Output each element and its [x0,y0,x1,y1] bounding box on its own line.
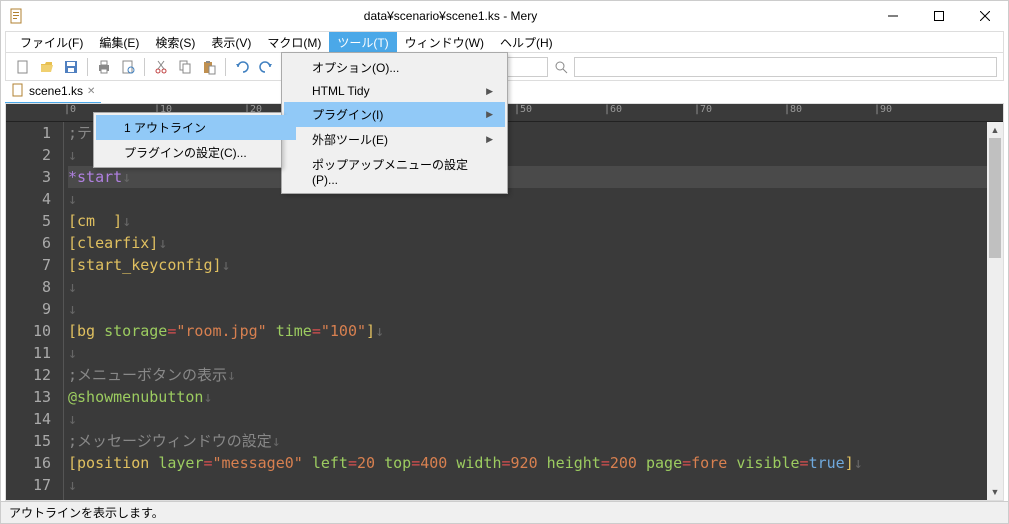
menu-tools[interactable]: ツール(T) [329,32,396,53]
plugins-submenu-dropdown: 1 アウトラインプラグインの設定(C)... [93,112,282,168]
code-line[interactable]: ;メッセージウィンドウの設定↓ [68,430,999,452]
tools-item[interactable]: オプション(O)... [284,55,505,80]
tab-close-icon[interactable]: ✕ [87,86,95,97]
toolbar-separator [87,58,88,76]
line-number: 14 [6,408,51,430]
code-line[interactable]: [bg storage="room.jpg" time="100"]↓ [68,320,999,342]
save-button[interactable] [60,56,82,78]
cut-button[interactable] [150,56,172,78]
ruler-mark: |70 [694,104,784,115]
close-button[interactable] [962,1,1008,31]
code-line[interactable]: @showmenubutton↓ [68,386,999,408]
line-number: 16 [6,452,51,474]
line-number: 8 [6,276,51,298]
code-line[interactable]: [clearfix]↓ [68,232,999,254]
code-line[interactable]: ↓ [68,188,999,210]
menu-view[interactable]: 表示(V) [203,32,259,53]
line-number: 13 [6,386,51,408]
ruler-mark: |90 [874,104,964,115]
menubar: ファイル(F)編集(E)検索(S)表示(V)マクロ(M)ツール(T)ウィンドウ(… [5,31,1004,53]
tools-menu-dropdown: オプション(O)... HTML Tidy ▶ プラグイン(I) ▶ 外部ツール(E) ▶ ポ… [281,52,508,194]
menu-item-label: 外部ツール(E) [312,131,388,148]
paste-button[interactable] [198,56,220,78]
submenu-arrow-icon: ▶ [486,86,493,97]
code-line[interactable]: ↓ [68,298,999,320]
line-number: 10 [6,320,51,342]
tools-item[interactable]: ポップアップメニューの設定(P)... [284,152,505,191]
menu-search[interactable]: 検索(S) [147,32,203,53]
statusbar: アウトラインを表示します。 [1,501,1008,523]
search-icon[interactable] [554,57,568,77]
menu-item-label: ポップアップメニューの設定(P)... [312,156,493,187]
line-number: 1 [6,122,51,144]
ruler-mark: |80 [784,104,874,115]
minimize-button[interactable] [870,1,916,31]
tab-file-icon [11,83,25,100]
copy-button[interactable] [174,56,196,78]
code-line[interactable]: ↓ [68,276,999,298]
maximize-button[interactable] [916,1,962,31]
print-button[interactable] [93,56,115,78]
line-number: 11 [6,342,51,364]
vertical-scrollbar[interactable]: ▲ ▼ [987,122,1003,500]
print-preview-button[interactable] [117,56,139,78]
line-number: 2 [6,144,51,166]
new-file-button[interactable] [12,56,34,78]
titlebar: data¥scenario¥scene1.ks - Mery [1,1,1008,31]
code-line[interactable]: ↓ [68,342,999,364]
submenu-arrow-icon: ▶ [486,109,493,120]
menu-edit[interactable]: 編集(E) [91,32,147,53]
tools-item[interactable]: プラグイン(I) ▶ [284,102,505,127]
menu-macro[interactable]: マクロ(M) [259,32,329,53]
tab-label: scene1.ks [29,84,83,98]
line-number: 15 [6,430,51,452]
open-file-button[interactable] [36,56,58,78]
code-line[interactable]: *start↓ [68,166,999,188]
code-line[interactable]: ;メニューボタンの表示↓ [68,364,999,386]
menu-item-label: HTML Tidy [312,84,370,98]
toolbar-separator [144,58,145,76]
tab-scene1[interactable]: scene1.ks ✕ [5,81,101,104]
code-line[interactable]: ↓ [68,408,999,430]
window-title: data¥scenario¥scene1.ks - Mery [31,9,870,23]
menu-item-label: プラグイン(I) [312,106,383,123]
menu-window[interactable]: ウィンドウ(W) [397,32,492,53]
code-content[interactable]: ;テ↓*start↓↓[cm ]↓[clearfix]↓[start_keyco… [64,122,1003,500]
app-icon [9,8,25,24]
plugin-item[interactable]: プラグインの設定(C)... [96,140,296,165]
line-number: 5 [6,210,51,232]
line-number: 12 [6,364,51,386]
replace-input[interactable] [574,57,997,77]
status-text: アウトラインを表示します。 [9,504,164,521]
tools-item[interactable]: 外部ツール(E) ▶ [284,127,505,152]
submenu-arrow-icon: ▶ [486,134,493,145]
menu-help[interactable]: ヘルプ(H) [492,32,561,53]
line-number: 17 [6,474,51,496]
scroll-down-icon[interactable]: ▼ [987,484,1003,500]
line-number: 6 [6,232,51,254]
scrollbar-thumb[interactable] [989,138,1001,258]
ruler-mark: |60 [604,104,694,115]
menu-item-label: オプション(O)... [312,59,399,76]
undo-button[interactable] [231,56,253,78]
line-number: 3 [6,166,51,188]
ruler-mark: |50 [514,104,604,115]
tools-item[interactable]: HTML Tidy ▶ [284,80,505,102]
line-gutter: 1234567891011121314151617 [6,122,64,500]
code-line[interactable]: [start_keyconfig]↓ [68,254,999,276]
code-line[interactable]: [position layer="message0" left=20 top=4… [68,452,999,474]
redo-button[interactable] [255,56,277,78]
scroll-up-icon[interactable]: ▲ [987,122,1003,138]
plugin-item[interactable]: 1 アウトライン [96,115,296,140]
line-number: 7 [6,254,51,276]
line-number: 4 [6,188,51,210]
toolbar-separator [225,58,226,76]
code-line[interactable]: ↓ [68,474,999,496]
line-number: 9 [6,298,51,320]
code-line[interactable]: [cm ]↓ [68,210,999,232]
menu-file[interactable]: ファイル(F) [12,32,91,53]
